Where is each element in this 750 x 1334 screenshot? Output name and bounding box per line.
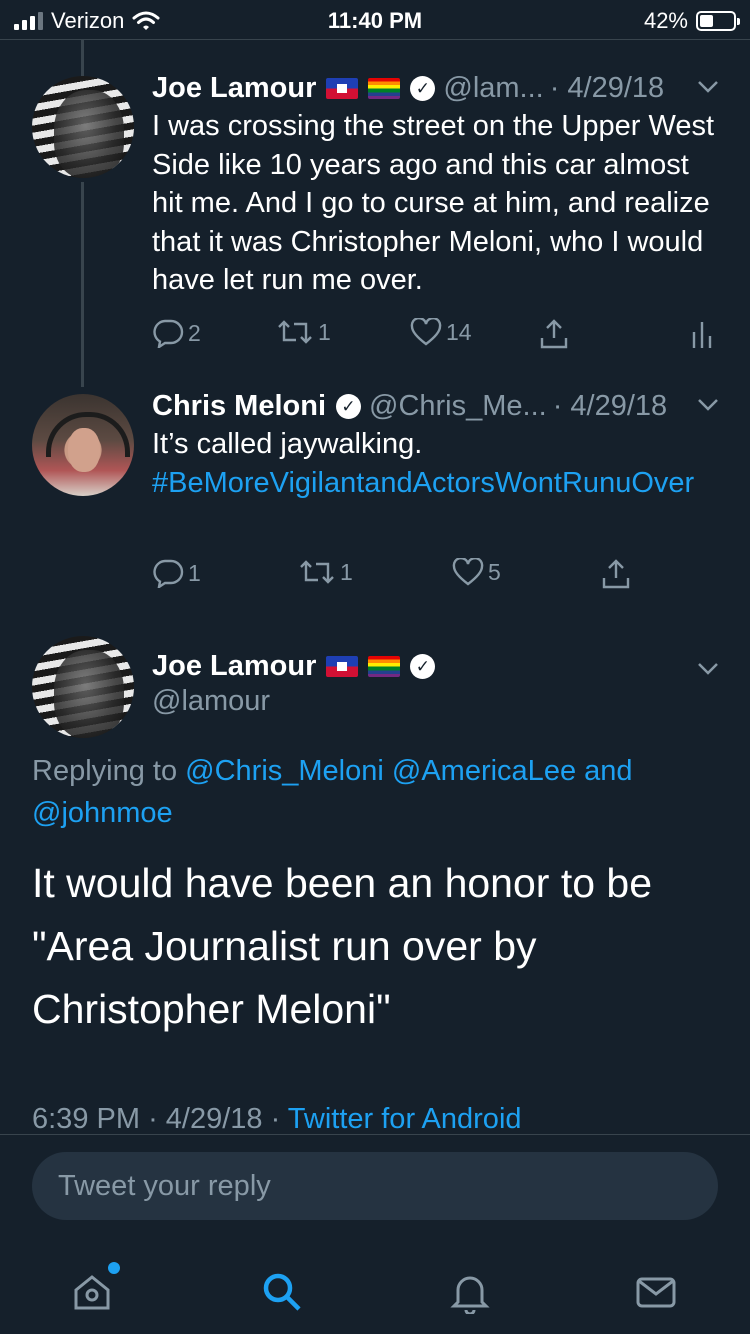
thread-line [81, 182, 84, 387]
hashtag-link[interactable]: #BeMoreVigilantandActorsWontRunuOver [152, 464, 720, 503]
mention-link[interactable]: @Chris_Meloni [185, 755, 384, 787]
chevron-down-icon[interactable] [696, 396, 720, 412]
verified-badge-icon: ✓ [336, 394, 362, 419]
new-content-dot [108, 1262, 120, 1274]
mention-link[interactable]: @johnmoe [32, 797, 173, 829]
divider [0, 1134, 750, 1135]
clock: 11:40 PM [327, 8, 423, 33]
main-tweet-header: Joe Lamour ✓ @lamour [152, 650, 720, 718]
thread-line [81, 40, 84, 76]
retweet-button[interactable]: 1 [276, 318, 331, 346]
retweet-icon [278, 320, 312, 344]
analytics-button[interactable] [690, 318, 714, 350]
tweet-source-link[interactable]: Twitter for Android [288, 1103, 522, 1135]
like-button[interactable]: 5 [452, 558, 501, 586]
rainbow-flag-icon [368, 656, 401, 677]
tab-search[interactable] [252, 1262, 312, 1322]
reply-input[interactable]: Tweet your reply [32, 1152, 718, 1220]
reply-icon [153, 559, 184, 588]
tab-messages[interactable] [626, 1262, 686, 1322]
messages-icon [636, 1277, 676, 1308]
retweet-button[interactable]: 1 [298, 558, 353, 586]
tab-bar [0, 1250, 750, 1334]
replying-prefix: Replying to [32, 755, 178, 787]
user-handle[interactable]: @Chris_Me... [369, 390, 547, 423]
battery-percent: 42% [643, 8, 688, 33]
battery-group: 42% [643, 8, 740, 34]
tweet[interactable]: Joe Lamour ✓ @lam... · 4/29/18 I was cro… [152, 72, 720, 300]
retweet-count: 1 [318, 318, 331, 345]
tweet-text-line: It’s called jaywalking. [152, 428, 423, 460]
chevron-down-icon[interactable] [696, 78, 720, 94]
tweet[interactable]: Chris Meloni ✓ @Chris_Me... · 4/29/18 It… [152, 390, 720, 502]
share-icon [540, 319, 568, 349]
tab-notifications[interactable] [440, 1262, 500, 1322]
share-button[interactable] [538, 318, 570, 350]
display-name[interactable]: Joe Lamour [152, 650, 316, 683]
reply-button[interactable]: 2 [152, 318, 201, 348]
verified-badge-icon: ✓ [410, 76, 436, 101]
reply-and[interactable]: and [584, 755, 632, 787]
tweet-meta: 6:39 PM · 4/29/18 · Twitter for Android [32, 1103, 522, 1136]
tweet-header: Joe Lamour ✓ @lam... · 4/29/18 [152, 72, 720, 105]
reply-button[interactable]: 1 [152, 558, 201, 588]
reply-count: 1 [188, 559, 201, 586]
main-tweet: Replying to @Chris_Meloni @AmericaLee an… [32, 750, 718, 1041]
display-name[interactable]: Joe Lamour [152, 72, 316, 105]
tweet-text: It would have been an honor to be "Area … [32, 860, 653, 1032]
retweet-count: 1 [340, 558, 353, 585]
reply-icon [153, 319, 184, 348]
tweet-date: · 4/29/18 [549, 72, 665, 104]
avatar[interactable] [32, 394, 134, 496]
analytics-icon [692, 322, 712, 348]
heart-icon [410, 318, 442, 346]
home-icon [74, 1275, 110, 1310]
tab-home[interactable] [62, 1262, 122, 1322]
rainbow-flag-icon [368, 78, 401, 99]
tweet-header: Joe Lamour ✓ [152, 650, 720, 683]
mention-link[interactable]: @AmericaLee [392, 755, 576, 787]
like-count: 14 [446, 318, 472, 345]
chevron-down-icon[interactable] [696, 660, 720, 676]
like-count: 5 [488, 558, 501, 585]
reply-count: 2 [188, 319, 201, 346]
user-handle[interactable]: @lamour [152, 685, 720, 718]
share-icon [602, 559, 630, 589]
tweet-header: Chris Meloni ✓ @Chris_Me... · 4/29/18 [152, 390, 720, 423]
verified-badge-icon: ✓ [410, 654, 436, 679]
user-handle[interactable]: @lam... [443, 72, 543, 105]
haiti-flag-icon [326, 78, 359, 99]
like-button[interactable]: 14 [410, 318, 472, 346]
replying-to: Replying to @Chris_Meloni @AmericaLee an… [32, 750, 718, 834]
tweet-text: It’s called jaywalking. #BeMoreVigilanta… [152, 425, 720, 502]
tweet-time: 6:39 PM [32, 1103, 140, 1135]
display-name[interactable]: Chris Meloni [152, 390, 326, 423]
tweet-date: · 4/29/18 · [148, 1103, 281, 1135]
battery-icon [696, 11, 740, 31]
tweet-text: I was crossing the street on the Upper W… [152, 110, 715, 296]
avatar[interactable] [32, 636, 134, 738]
haiti-flag-icon [326, 656, 359, 677]
tweet-date: · 4/29/18 [552, 390, 668, 422]
notifications-icon [450, 1276, 490, 1314]
reply-placeholder: Tweet your reply [58, 1170, 271, 1202]
heart-icon [452, 558, 484, 586]
status-bar: Verizon 11:40 PM 42% [0, 0, 750, 40]
retweet-icon [300, 560, 334, 584]
search-icon [263, 1273, 301, 1311]
avatar[interactable] [32, 76, 134, 178]
share-button[interactable] [600, 558, 632, 590]
